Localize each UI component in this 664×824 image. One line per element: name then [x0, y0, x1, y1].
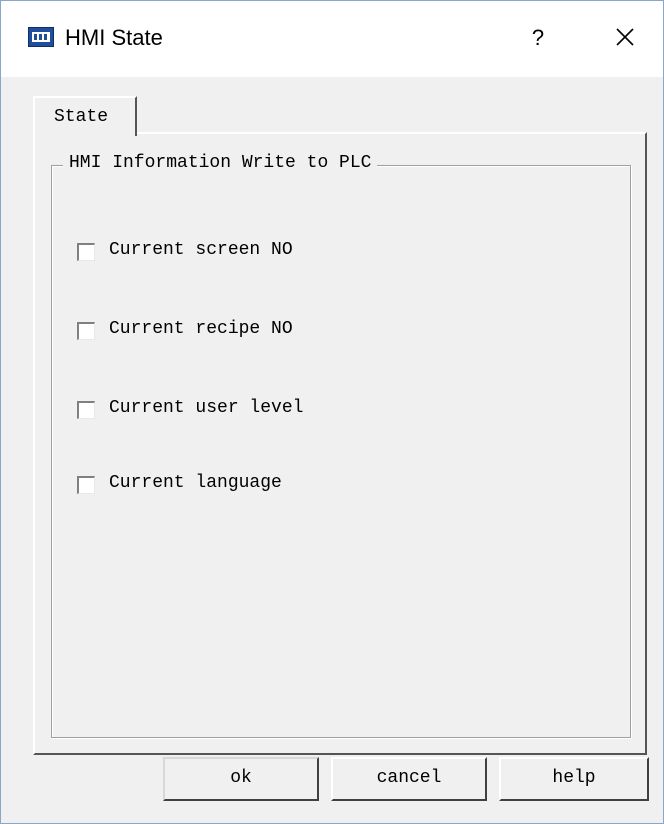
title-bar[interactable]: HMI State ?	[1, 1, 663, 77]
checkbox-current-recipe[interactable]	[77, 322, 95, 340]
checkbox-current-language[interactable]	[77, 476, 95, 494]
checkbox-label[interactable]: Current screen NO	[109, 240, 293, 260]
tab-state[interactable]: State	[33, 96, 137, 136]
help-button[interactable]: help	[499, 757, 649, 801]
ok-button[interactable]: ok	[163, 757, 319, 801]
checkbox-current-screen[interactable]	[77, 243, 95, 261]
close-icon[interactable]	[609, 21, 641, 53]
cancel-button[interactable]: cancel	[331, 757, 487, 801]
checkbox-label[interactable]: Current language	[109, 473, 282, 493]
window-title: HMI State	[65, 25, 163, 50]
checkbox-label[interactable]: Current recipe NO	[109, 319, 293, 339]
checkbox-label[interactable]: Current user level	[109, 398, 303, 418]
checkbox-current-user-level[interactable]	[77, 401, 95, 419]
tab-state-label: State	[54, 107, 109, 127]
help-question-icon[interactable]: ?	[523, 23, 553, 53]
dialog-window: HMI State ? State HMI Information Write …	[0, 0, 664, 824]
hmi-app-icon	[28, 27, 54, 47]
groupbox-legend: HMI Information Write to PLC	[63, 153, 378, 173]
